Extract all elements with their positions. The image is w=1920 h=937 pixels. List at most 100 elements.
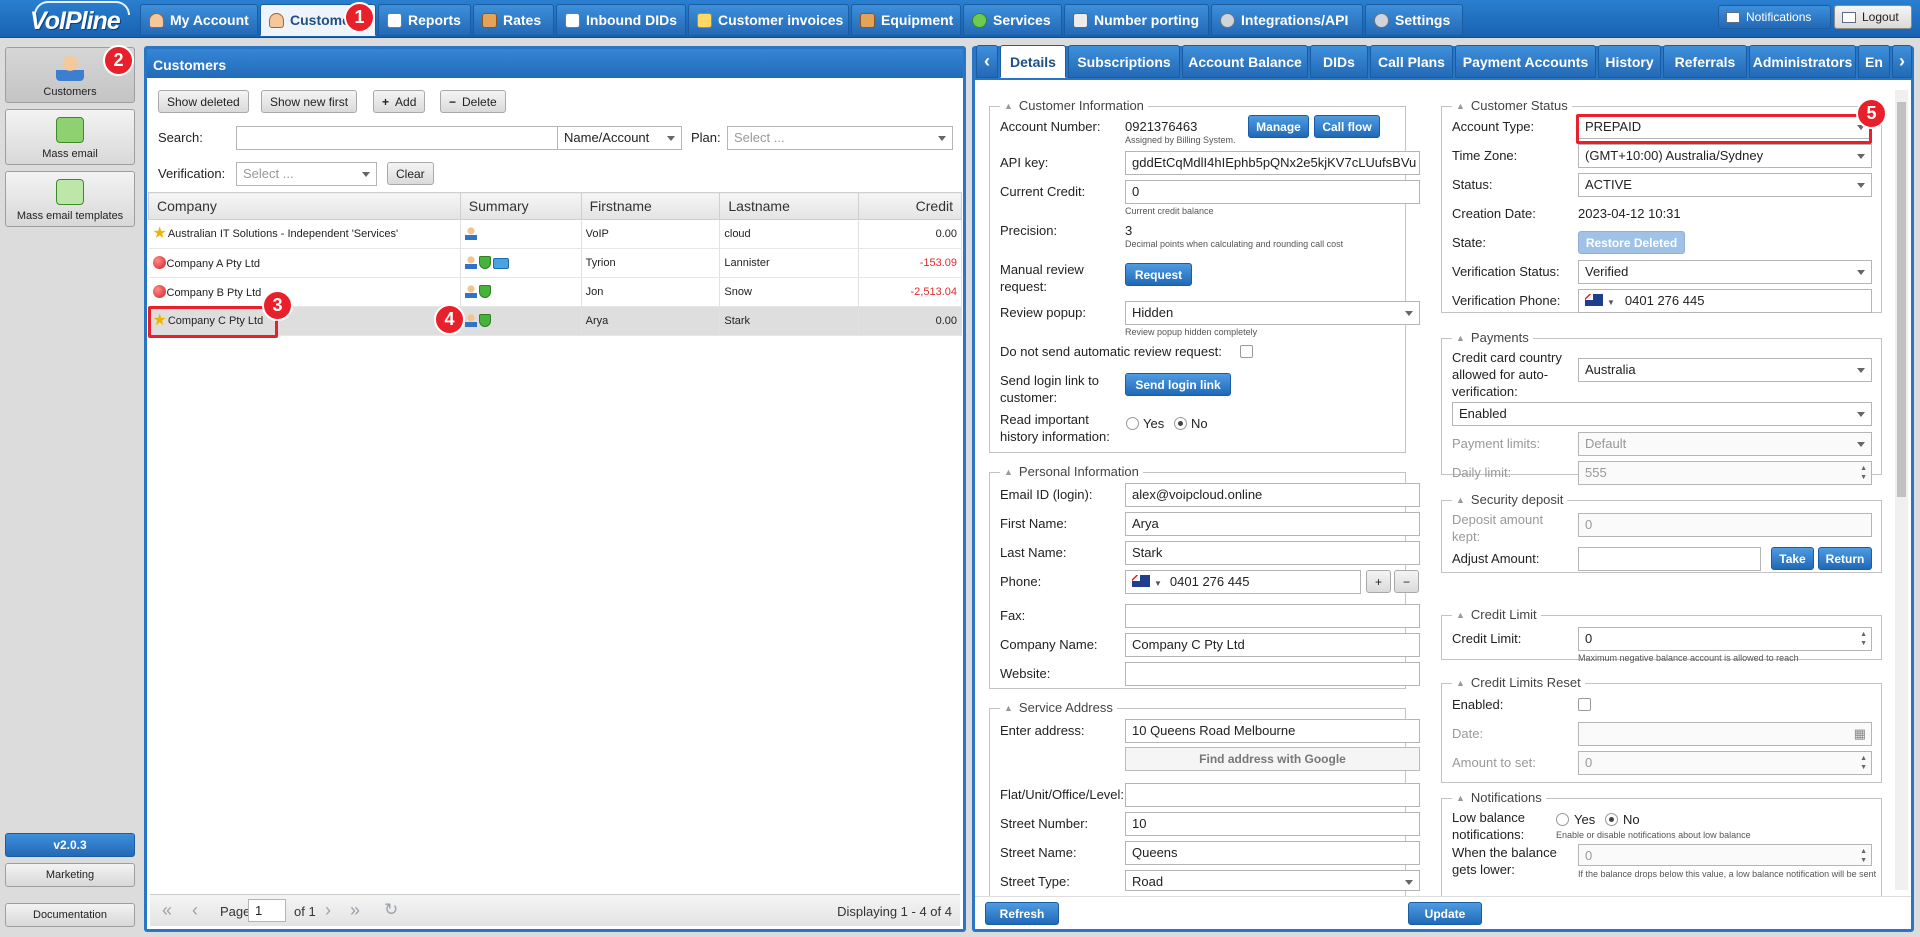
tab-subscriptions[interactable]: Subscriptions	[1068, 45, 1180, 78]
show-new-first-button[interactable]: Show new first	[261, 90, 358, 113]
restore-deleted-button[interactable]: Restore Deleted	[1578, 231, 1685, 254]
payments-enabled-select[interactable]: Enabled	[1452, 402, 1872, 426]
tab-services[interactable]: Services	[963, 4, 1062, 36]
company-name-field[interactable]: Company C Pty Ltd	[1125, 633, 1420, 657]
low-balance-yes-radio[interactable]	[1556, 813, 1569, 826]
tab-details[interactable]: Details	[1000, 45, 1066, 78]
clear-filter-button[interactable]: Clear	[387, 162, 434, 185]
refresh-button[interactable]: Refresh	[985, 902, 1059, 925]
column-header-firstname[interactable]: Firstname	[580, 192, 721, 220]
verification-select[interactable]: Select ...	[236, 162, 377, 186]
read-history-yes-radio[interactable]	[1126, 417, 1139, 430]
payment-limits-select[interactable]: Default	[1578, 432, 1872, 456]
previous-page-icon[interactable]: ‹	[192, 900, 198, 921]
documentation-button[interactable]: Documentation	[5, 903, 135, 927]
tab-history[interactable]: History	[1598, 45, 1661, 78]
spinner-icon[interactable]: ▲ ▼	[1860, 847, 1867, 865]
tab-customer-invoices[interactable]: Customer invoices	[688, 4, 849, 36]
sidebar-item-mass-email-templates[interactable]: Mass email templates	[5, 171, 135, 227]
update-button[interactable]: Update	[1408, 902, 1482, 925]
reset-amount-field[interactable]: 0 ▲ ▼	[1578, 751, 1872, 775]
notifications-button[interactable]: Notifications	[1718, 5, 1831, 29]
tab-settings[interactable]: Settings	[1365, 4, 1463, 36]
column-header-lastname[interactable]: Lastname	[719, 192, 860, 220]
manage-button[interactable]: Manage	[1248, 115, 1309, 138]
add-customer-button[interactable]: + Add	[373, 90, 426, 113]
reset-date-field[interactable]: ▦	[1578, 722, 1872, 746]
street-name-field[interactable]: Queens	[1125, 841, 1420, 865]
add-phone-button[interactable]: +	[1366, 570, 1391, 593]
column-header-company[interactable]: Company	[148, 192, 461, 220]
balance-lower-field[interactable]: 0 ▲ ▼	[1578, 844, 1872, 866]
delete-customer-button[interactable]: − Delete	[440, 90, 506, 113]
tab-call-plans[interactable]: Call Plans	[1370, 45, 1453, 78]
website-field[interactable]	[1125, 662, 1420, 686]
tab-number-porting[interactable]: Number porting	[1064, 4, 1209, 36]
current-credit-field[interactable]: 0	[1125, 180, 1420, 204]
timezone-select[interactable]: (GMT+10:00) Australia/Sydney	[1578, 144, 1872, 168]
last-name-field[interactable]: Stark	[1125, 541, 1420, 565]
enter-address-field[interactable]: 10 Queens Road Melbourne	[1125, 719, 1420, 743]
column-header-credit[interactable]: Credit	[858, 192, 962, 220]
tab-inbound-dids[interactable]: Inbound DIDs	[556, 4, 686, 36]
table-row[interactable]: ★Australian IT Solutions - Independent '…	[148, 219, 962, 249]
plan-select[interactable]: Select ...	[727, 126, 953, 150]
spinner-icon[interactable]: ▲ ▼	[1860, 464, 1867, 482]
call-flow-button[interactable]: Call flow	[1314, 115, 1380, 138]
tab-rates[interactable]: Rates	[473, 4, 554, 36]
email-field[interactable]: alex@voipcloud.online	[1125, 483, 1420, 507]
country-dropdown-icon[interactable]: ▼	[1154, 579, 1162, 588]
tab-administrators[interactable]: Administrators	[1749, 45, 1856, 78]
remove-phone-button[interactable]: −	[1394, 570, 1419, 593]
tabs-scroll-left-icon[interactable]: ‹	[976, 45, 998, 78]
logout-button[interactable]: Logout	[1834, 5, 1912, 29]
find-address-google-button[interactable]: Find address with Google	[1125, 747, 1420, 771]
sidebar-item-mass-email[interactable]: Mass email	[5, 109, 135, 165]
tab-reports[interactable]: Reports	[378, 4, 471, 36]
tab-dids[interactable]: DIDs	[1310, 45, 1368, 78]
spinner-icon[interactable]: ▲ ▼	[1860, 754, 1867, 772]
flat-field[interactable]	[1125, 783, 1420, 807]
search-input[interactable]	[236, 126, 558, 150]
no-auto-review-checkbox[interactable]	[1240, 345, 1253, 358]
marketing-button[interactable]: Marketing	[5, 863, 135, 887]
take-button[interactable]: Take	[1771, 547, 1814, 570]
return-button[interactable]: Return	[1818, 547, 1872, 570]
details-scrollbar[interactable]	[1895, 90, 1908, 890]
scrollbar-thumb[interactable]	[1897, 102, 1906, 497]
daily-limit-field[interactable]: 555 ▲ ▼	[1578, 461, 1872, 485]
tab-en[interactable]: En	[1858, 45, 1890, 78]
read-history-no-radio[interactable]	[1174, 417, 1187, 430]
tab-equipment[interactable]: Equipment	[851, 4, 961, 36]
tabs-scroll-right-icon[interactable]: ›	[1892, 45, 1912, 78]
search-mode-select[interactable]: Name/Account	[557, 126, 682, 150]
credit-limit-field[interactable]: 0 ▲ ▼	[1578, 627, 1872, 651]
review-popup-select[interactable]: Hidden	[1125, 301, 1420, 325]
calendar-icon[interactable]: ▦	[1854, 726, 1866, 742]
tab-referrals[interactable]: Referrals	[1663, 45, 1747, 78]
cc-country-select[interactable]: Australia	[1578, 358, 1872, 382]
refresh-icon[interactable]: ↻	[384, 900, 398, 920]
first-page-icon[interactable]: «	[162, 900, 172, 921]
street-number-field[interactable]: 10	[1125, 812, 1420, 836]
next-page-icon[interactable]: ›	[325, 900, 331, 921]
country-dropdown-icon[interactable]: ▼	[1607, 298, 1615, 307]
table-row[interactable]: Company A Pty Ltd Tyrion Lannister -153.…	[148, 248, 962, 278]
low-balance-no-radio[interactable]	[1605, 813, 1618, 826]
first-name-field[interactable]: Arya	[1125, 512, 1420, 536]
column-header-summary[interactable]: Summary	[459, 192, 582, 220]
api-key-field[interactable]: gddEtCqMdlI4hIEphb5pQNx2e5kjKV7cLUufsBVu	[1125, 151, 1420, 175]
verification-phone-field[interactable]: ▼ 0401 276 445	[1578, 289, 1872, 313]
deposit-kept-field[interactable]: 0	[1578, 513, 1872, 537]
street-type-select[interactable]: Road	[1125, 870, 1420, 891]
show-deleted-button[interactable]: Show deleted	[158, 90, 249, 113]
tab-account-balance[interactable]: Account Balance	[1182, 45, 1308, 78]
verification-status-select[interactable]: Verified	[1578, 260, 1872, 284]
send-login-link-button[interactable]: Send login link	[1125, 373, 1231, 396]
phone-field[interactable]: ▼ 0401 276 445	[1125, 570, 1361, 594]
tab-payment-accounts[interactable]: Payment Accounts	[1455, 45, 1596, 78]
spinner-icon[interactable]: ▲ ▼	[1860, 630, 1867, 648]
reset-enabled-checkbox[interactable]	[1578, 698, 1591, 711]
page-number-input[interactable]: 1	[248, 899, 286, 922]
fax-field[interactable]	[1125, 604, 1420, 628]
